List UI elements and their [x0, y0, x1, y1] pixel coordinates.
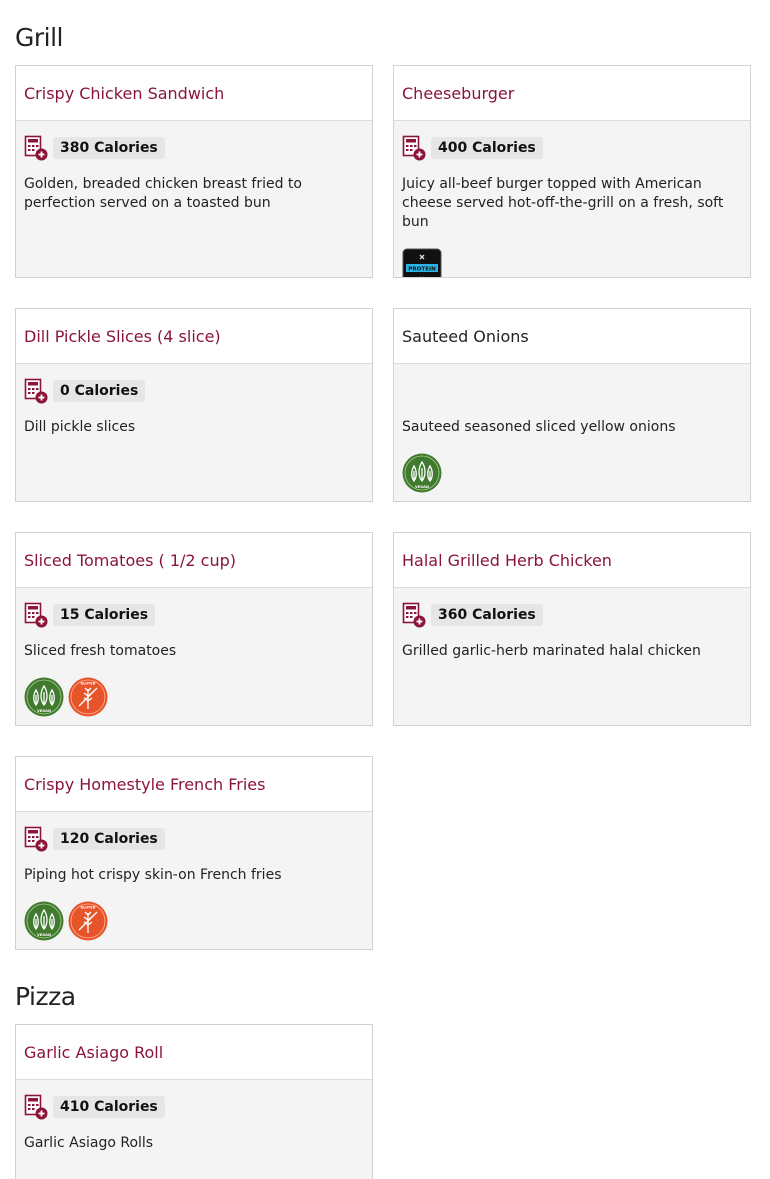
menu-item-card: Cheeseburger 400 Calories Juicy all-beef… [393, 65, 751, 278]
menu-item-body: 410 Calories Garlic Asiago Rolls [16, 1080, 372, 1161]
calories-value: 0 Calories [53, 380, 146, 402]
add-to-nutrition-calculator-icon[interactable] [24, 1094, 48, 1120]
dietary-badges: PROTEIN [402, 248, 742, 277]
menu-item-card: Crispy Chicken Sandwich 380 Calories Gol… [15, 65, 373, 278]
section-title-grill: Grill [15, 23, 64, 52]
menu-item-description: Golden, breaded chicken breast fried to … [24, 176, 302, 211]
menu-item-header: Halal Grilled Herb Chicken [394, 533, 750, 588]
menu-item-name-link[interactable]: Dill Pickle Slices (4 slice) [24, 327, 221, 346]
calorie-row: 360 Calories [402, 602, 742, 628]
menu-item-name: Sauteed Onions [402, 326, 529, 346]
calorie-row-empty [402, 378, 742, 404]
calorie-row: 0 Calories [24, 378, 364, 404]
svg-text:VEGAN: VEGAN [37, 709, 51, 713]
add-to-nutrition-calculator-icon[interactable] [24, 135, 48, 161]
add-to-nutrition-calculator-icon[interactable] [24, 826, 48, 852]
menu-item-card: Garlic Asiago Roll 410 Calories Garlic A… [15, 1024, 373, 1179]
menu-item-name-link[interactable]: Crispy Chicken Sandwich [24, 84, 224, 103]
dietary-badges: VEGAN [402, 453, 742, 493]
section-title-pizza: Pizza [15, 982, 76, 1011]
menu-item-description: Sliced fresh tomatoes [24, 643, 177, 659]
menu-item-card: Dill Pickle Slices (4 slice) 0 Calories … [15, 308, 373, 502]
menu-item-header: Crispy Homestyle French Fries [16, 757, 372, 812]
menu-item-header: Dill Pickle Slices (4 slice) [16, 309, 372, 364]
add-to-nutrition-calculator-icon[interactable] [24, 602, 48, 628]
calories-value: 15 Calories [53, 604, 156, 626]
add-to-nutrition-calculator-icon[interactable] [402, 135, 426, 161]
svg-text:VEGAN: VEGAN [37, 933, 51, 937]
menu-item-body: 0 Calories Dill pickle slices [16, 364, 372, 445]
menu-item-header: Cheeseburger [394, 66, 750, 121]
svg-text:GLUTEN: GLUTEN [80, 906, 95, 910]
menu-item-name-link[interactable]: Halal Grilled Herb Chicken [402, 551, 612, 570]
menu-item-description: Garlic Asiago Rolls [24, 1135, 154, 1151]
menu-item-card: Sauteed Onions Sauteed seasoned sliced y… [393, 308, 751, 502]
add-to-nutrition-calculator-icon[interactable] [402, 602, 426, 628]
menu-page: Grill Crispy Chicken Sandwich 380 Calori… [0, 0, 770, 1179]
menu-item-description: Piping hot crispy skin-on French fries [24, 867, 282, 883]
vegan-icon: VEGAN [402, 453, 442, 493]
menu-item-header: Garlic Asiago Roll [16, 1025, 372, 1080]
menu-item-description: Grilled garlic-herb marinated halal chic… [402, 643, 701, 659]
vegan-icon: VEGAN [24, 901, 64, 941]
menu-item-description: Sauteed seasoned sliced yellow onions [402, 419, 676, 435]
protein-icon: PROTEIN [402, 248, 442, 277]
vegan-icon: VEGAN [24, 677, 64, 717]
menu-item-card: Crispy Homestyle French Fries 120 Calori… [15, 756, 373, 950]
calories-value: 380 Calories [53, 137, 165, 159]
menu-item-name-link[interactable]: Garlic Asiago Roll [24, 1043, 163, 1062]
calorie-row: 400 Calories [402, 135, 742, 161]
add-to-nutrition-calculator-icon[interactable] [24, 378, 48, 404]
menu-item-body: 380 Calories Golden, breaded chicken bre… [16, 121, 372, 221]
calories-value: 410 Calories [53, 1096, 165, 1118]
gluten-free-icon: GLUTEN [68, 901, 108, 941]
calorie-row: 380 Calories [24, 135, 364, 161]
calories-value: 120 Calories [53, 828, 165, 850]
menu-item-body: 400 Calories Juicy all-beef burger toppe… [394, 121, 750, 277]
menu-item-body: 120 Calories Piping hot crispy skin-on F… [16, 812, 372, 949]
dietary-badges: VEGAN GLUTEN [24, 677, 364, 717]
menu-item-header: Sauteed Onions [394, 309, 750, 364]
menu-item-name-link[interactable]: Crispy Homestyle French Fries [24, 775, 265, 794]
menu-item-header: Crispy Chicken Sandwich [16, 66, 372, 121]
menu-item-header: Sliced Tomatoes ( 1/2 cup) [16, 533, 372, 588]
calorie-row: 15 Calories [24, 602, 364, 628]
menu-item-description: Juicy all-beef burger topped with Americ… [402, 176, 724, 230]
dietary-badges: VEGAN GLUTEN [24, 901, 364, 941]
menu-item-card: Halal Grilled Herb Chicken 360 Calories … [393, 532, 751, 726]
menu-item-card: Sliced Tomatoes ( 1/2 cup) 15 Calories S… [15, 532, 373, 726]
gluten-free-icon: GLUTEN [68, 677, 108, 717]
svg-text:PROTEIN: PROTEIN [408, 267, 436, 273]
svg-text:GLUTEN: GLUTEN [80, 682, 95, 686]
calorie-row: 120 Calories [24, 826, 364, 852]
svg-text:VEGAN: VEGAN [415, 485, 429, 489]
menu-item-body: 15 Calories Sliced fresh tomatoes VEGAN [16, 588, 372, 725]
calories-value: 360 Calories [431, 604, 543, 626]
menu-item-body: Sauteed seasoned sliced yellow onions VE… [394, 364, 750, 501]
menu-item-body: 360 Calories Grilled garlic-herb marinat… [394, 588, 750, 669]
calorie-row: 410 Calories [24, 1094, 364, 1120]
menu-item-description: Dill pickle slices [24, 419, 136, 435]
menu-item-name-link[interactable]: Cheeseburger [402, 84, 514, 103]
calories-value: 400 Calories [431, 137, 543, 159]
menu-item-name-link[interactable]: Sliced Tomatoes ( 1/2 cup) [24, 551, 236, 570]
